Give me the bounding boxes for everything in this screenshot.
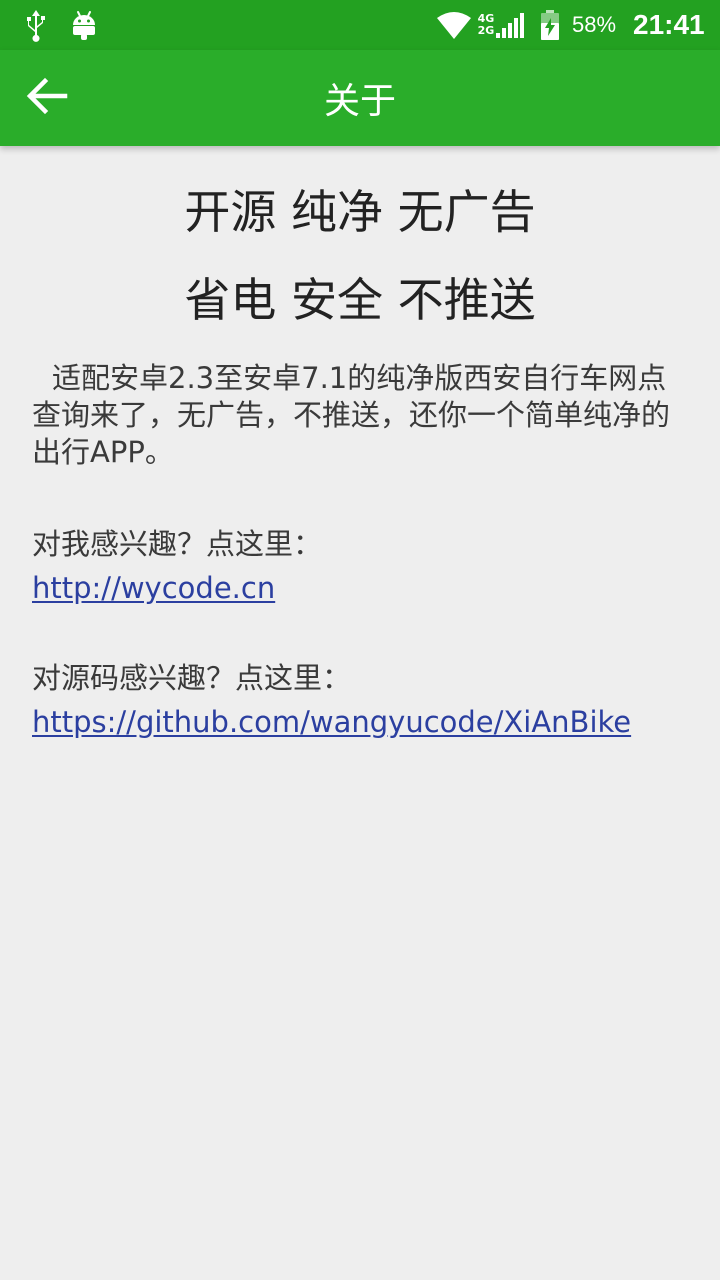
- headline-primary: 开源 纯净 无广告: [184, 185, 536, 239]
- status-bar: 4G 2G 58% 21:41: [0, 0, 720, 50]
- wifi-icon: [436, 0, 472, 50]
- android-icon: [70, 0, 98, 50]
- battery-icon: [539, 0, 561, 50]
- network-type-indicator: 4G 2G: [475, 0, 497, 50]
- signal-icon: [496, 0, 524, 50]
- back-button[interactable]: [14, 68, 80, 128]
- author-website-link[interactable]: http://wycode.cn: [32, 568, 275, 608]
- source-label: 对源码感兴趣？点这里：: [32, 661, 352, 695]
- source-code-link[interactable]: https://github.com/wangyucode/XiAnBike: [32, 702, 631, 742]
- author-label: 对我感兴趣？点这里：: [32, 527, 323, 561]
- network-type-bottom: 2G: [477, 24, 495, 37]
- app-bar: 关于: [0, 50, 720, 146]
- arrow-left-icon: [25, 76, 69, 120]
- app-description: 适配安卓2.3至安卓7.1的纯净版西安自行车网点查询来了，无广告，不推送，还你一…: [32, 361, 671, 469]
- page-title: 关于: [323, 81, 396, 122]
- battery-percent: 58%: [572, 12, 617, 37]
- headline-secondary: 省电 安全 不推送: [184, 273, 536, 327]
- usb-icon: [22, 0, 50, 50]
- clock: 21:41: [633, 9, 705, 40]
